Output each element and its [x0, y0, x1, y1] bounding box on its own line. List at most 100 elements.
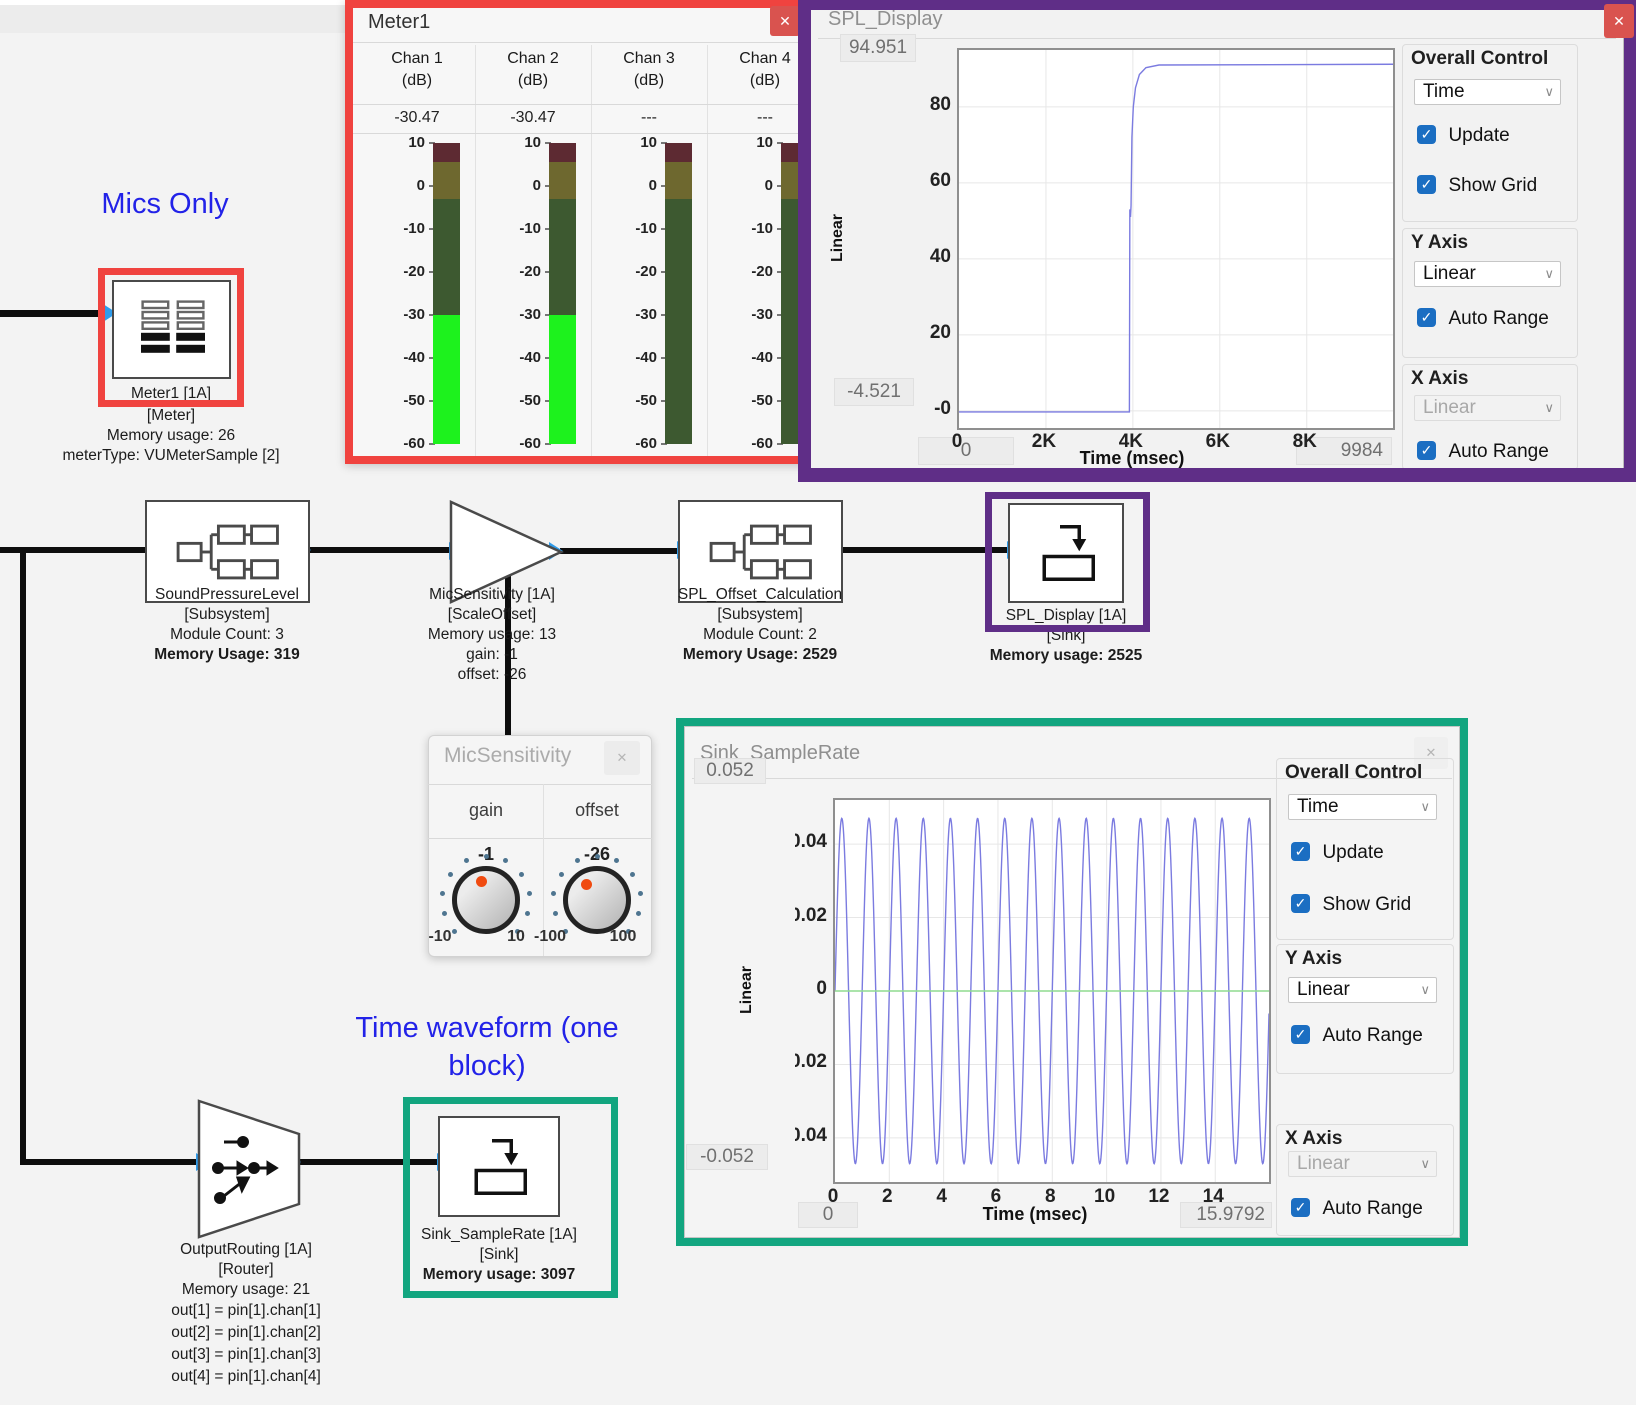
update-checkbox[interactable]: ✓ — [1417, 125, 1436, 144]
wire-spl-to-micsensitivity[interactable] — [310, 547, 450, 553]
x-scale-dropdown[interactable]: Linear ∨ — [1288, 1151, 1437, 1177]
domain-dropdown[interactable]: Time ∨ — [1288, 794, 1437, 820]
checkbox-label: Auto Range — [1322, 1198, 1422, 1219]
gain-knob[interactable] — [452, 866, 520, 934]
meter-channel-value: -30.47 — [362, 109, 472, 127]
check-icon: ✓ — [1295, 1026, 1307, 1042]
meter-tick-label: 10 — [381, 134, 425, 151]
micsensitivity-panel-title: MicSensitivity — [444, 744, 571, 768]
meter-channel-name: Chan 3 — [594, 50, 704, 68]
knob-tick-dot-icon — [595, 854, 600, 859]
x-scale-dropdown[interactable]: Linear ∨ — [1414, 395, 1561, 421]
wire-micsensitivity-to-offset[interactable] — [560, 548, 678, 554]
group-heading: Y Axis — [1411, 232, 1468, 254]
wire-to-meter[interactable] — [0, 310, 103, 317]
checkbox-label: Auto Range — [1448, 441, 1548, 462]
meter-tick-label: 0 — [497, 177, 541, 194]
block-label: [ScaleOffset] — [448, 605, 536, 624]
x-auto-range-checkbox[interactable]: ✓ — [1291, 1198, 1310, 1217]
x-tick-label: 4 — [917, 1186, 967, 1208]
y-max-field[interactable]: 0.052 — [694, 758, 766, 784]
meter-tick-label: 0 — [613, 177, 657, 194]
y-tick-label: -0.04 — [795, 1125, 829, 1147]
block-label: OutputRouting [1A] — [180, 1240, 312, 1259]
block-label: [Subsystem] — [717, 605, 802, 624]
annotation-mics-only[interactable]: Mics Only — [101, 188, 228, 221]
x-auto-range-row: ✓ Auto Range — [1291, 1198, 1423, 1220]
block-label: [Subsystem] — [184, 605, 269, 624]
meter-tick-label: 10 — [729, 134, 773, 151]
show-grid-checkbox-row: ✓ Show Grid — [1291, 894, 1411, 916]
wire-offset-to-display[interactable] — [843, 547, 1008, 553]
knob-tick-dot-icon — [464, 858, 469, 863]
sink-icon — [1023, 518, 1111, 588]
y-auto-range-checkbox[interactable]: ✓ — [1291, 1025, 1310, 1044]
sink-samplerate-block[interactable] — [438, 1116, 560, 1217]
show-grid-checkbox[interactable]: ✓ — [1291, 894, 1310, 913]
show-grid-checkbox[interactable]: ✓ — [1417, 175, 1436, 194]
block-label-bold: Memory usage: 2525 — [990, 646, 1143, 665]
chevron-down-icon: ∨ — [1544, 262, 1554, 286]
domain-dropdown[interactable]: Time ∨ — [1414, 79, 1561, 105]
y-tick-label: 20 — [909, 322, 953, 344]
wire-to-outputrouting[interactable] — [20, 1159, 197, 1165]
meter-bar-segment — [433, 199, 460, 315]
close-icon[interactable]: ✕ — [1604, 4, 1634, 38]
update-checkbox[interactable]: ✓ — [1291, 842, 1310, 861]
divider — [818, 38, 1616, 39]
y-tick-text: 20 — [930, 322, 951, 344]
annotation-time-waveform-line2[interactable]: block) — [448, 1050, 525, 1083]
y-scale-dropdown[interactable]: Linear ∨ — [1288, 977, 1437, 1003]
y-scale-dropdown[interactable]: Linear ∨ — [1414, 261, 1561, 287]
overall-control-group: Overall Control Time ∨ ✓ Update ✓ Show G… — [1402, 44, 1578, 222]
knob-tick-dot-icon — [442, 911, 447, 916]
meter-bar-segment — [549, 199, 576, 315]
offset-knob[interactable] — [563, 866, 631, 934]
dropdown-value: Linear — [1423, 263, 1476, 284]
update-checkbox-row: ✓ Update — [1417, 125, 1510, 147]
knob-tick-dot-icon — [519, 872, 524, 877]
y-axis-group: Y Axis Linear ∨ ✓ Auto Range — [1402, 228, 1578, 358]
block-label-bold: Memory Usage: 319 — [154, 645, 300, 664]
check-icon: ✓ — [1421, 176, 1433, 192]
x-tick-label: 6K — [1193, 431, 1243, 453]
block-label: meterType: VUMeterSample [2] — [62, 446, 279, 465]
block-label: offset: -26 — [458, 665, 527, 684]
x-tick-label: 10 — [1080, 1186, 1130, 1208]
block-label: out[3] = pin[1].chan[3] — [171, 1345, 321, 1364]
meter-channel-unit: (dB) — [594, 72, 704, 90]
y-auto-range-checkbox[interactable]: ✓ — [1417, 308, 1436, 327]
meter-block[interactable] — [112, 280, 231, 379]
y-tick-label: 0.02 — [795, 905, 829, 927]
y-tick-text: -0.02 — [795, 1051, 827, 1073]
block-label: Memory usage: 21 — [182, 1280, 310, 1299]
close-icon[interactable]: ✕ — [770, 6, 800, 36]
outputrouting-block[interactable] — [196, 1098, 302, 1240]
annotation-time-waveform-line1[interactable]: Time waveform (one — [355, 1012, 618, 1045]
meter-tick-label: -60 — [497, 435, 541, 452]
knob-tick-dot-icon — [440, 891, 445, 896]
block-label: out[2] = pin[1].chan[2] — [171, 1323, 321, 1342]
wire-branch-vertical[interactable] — [20, 547, 26, 1165]
y-tick-text: 0 — [816, 978, 827, 1000]
meter-bar-segment — [665, 199, 692, 444]
y-tick-text: 80 — [930, 94, 951, 116]
y-axis-group: Y Axis Linear ∨ ✓ Auto Range — [1276, 944, 1454, 1074]
y-min-field[interactable]: -0.052 — [686, 1144, 768, 1170]
spl-display-block[interactable] — [1008, 503, 1124, 603]
meter-channel-unit: (dB) — [362, 72, 472, 90]
y-tick-label: 0.04 — [795, 831, 829, 853]
meter-tick-label: -20 — [381, 263, 425, 280]
x-auto-range-checkbox[interactable]: ✓ — [1417, 441, 1436, 460]
y-max-field[interactable]: 94.951 — [840, 34, 916, 62]
y-min-field[interactable]: -4.521 — [834, 378, 914, 406]
meter-bar-segment — [549, 143, 576, 162]
close-icon[interactable]: ✕ — [604, 741, 640, 775]
knob-name-label: offset — [575, 800, 619, 821]
wire-router-to-sink[interactable] — [300, 1159, 438, 1165]
chevron-down-icon: ∨ — [1544, 80, 1554, 104]
meter-channel-value: --- — [594, 109, 704, 127]
x-axis-group: X Axis Linear ∨ ✓ Auto Range — [1276, 1124, 1454, 1236]
show-grid-checkbox-row: ✓ Show Grid — [1417, 175, 1537, 197]
y-tick-label: -0.02 — [795, 1051, 829, 1073]
